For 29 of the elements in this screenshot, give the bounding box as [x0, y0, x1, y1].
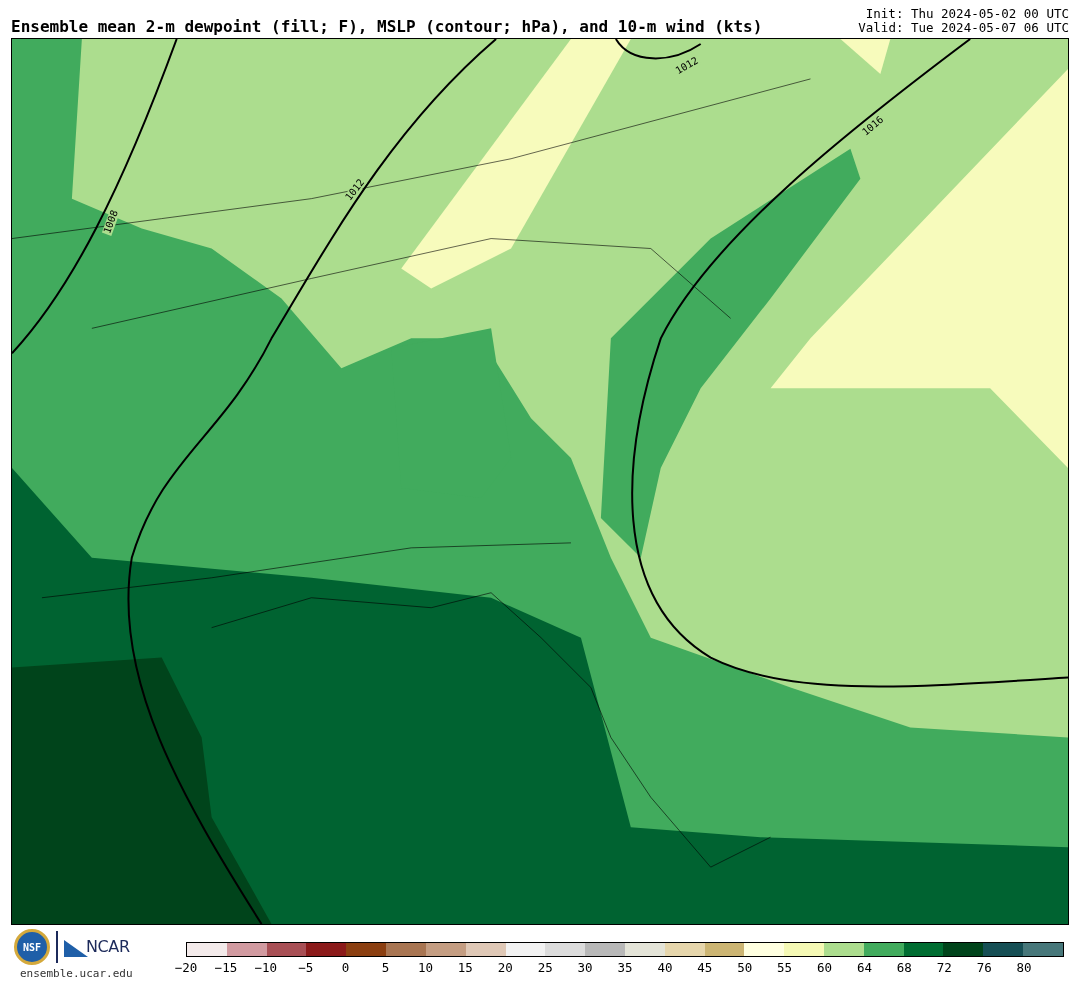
tick-label: 45	[697, 962, 713, 975]
ncar-logo: NCAR	[86, 936, 130, 958]
tick-label: 5	[381, 962, 390, 975]
tick-label: −5	[298, 962, 314, 975]
tick-label: 35	[617, 962, 633, 975]
tick-label: 68	[896, 962, 912, 975]
tick-label: 40	[657, 962, 673, 975]
tick-label: 80	[1016, 962, 1032, 975]
tick-label: 60	[817, 962, 833, 975]
tick-label: 76	[976, 962, 992, 975]
tick-label: 10	[417, 962, 433, 975]
valid-time: Valid: Tue 2024-05-07 06 UTC	[858, 21, 1069, 35]
init-time: Init: Thu 2024-05-02 00 UTC	[865, 7, 1069, 21]
tick-label: 64	[856, 962, 872, 975]
nsf-logo: NSF	[14, 929, 50, 965]
tick-label: 15	[457, 962, 473, 975]
tick-label: 20	[497, 962, 513, 975]
tick-label: −15	[214, 962, 238, 975]
tick-label: −20	[174, 962, 198, 975]
tick-label: 55	[777, 962, 793, 975]
tick-label: −10	[254, 962, 278, 975]
tick-label: 25	[537, 962, 553, 975]
website-url: ensemble.ucar.edu	[20, 968, 133, 979]
chart-title: Ensemble mean 2-m dewpoint (fill; F), MSLP (contour; hPa), and 10-m wind (kts)	[11, 19, 763, 35]
tick-label: 0	[341, 962, 350, 975]
ncar-triangle-icon	[64, 937, 88, 957]
tick-label: 30	[577, 962, 593, 975]
tick-label: 72	[936, 962, 952, 975]
tick-label: 50	[737, 962, 753, 975]
